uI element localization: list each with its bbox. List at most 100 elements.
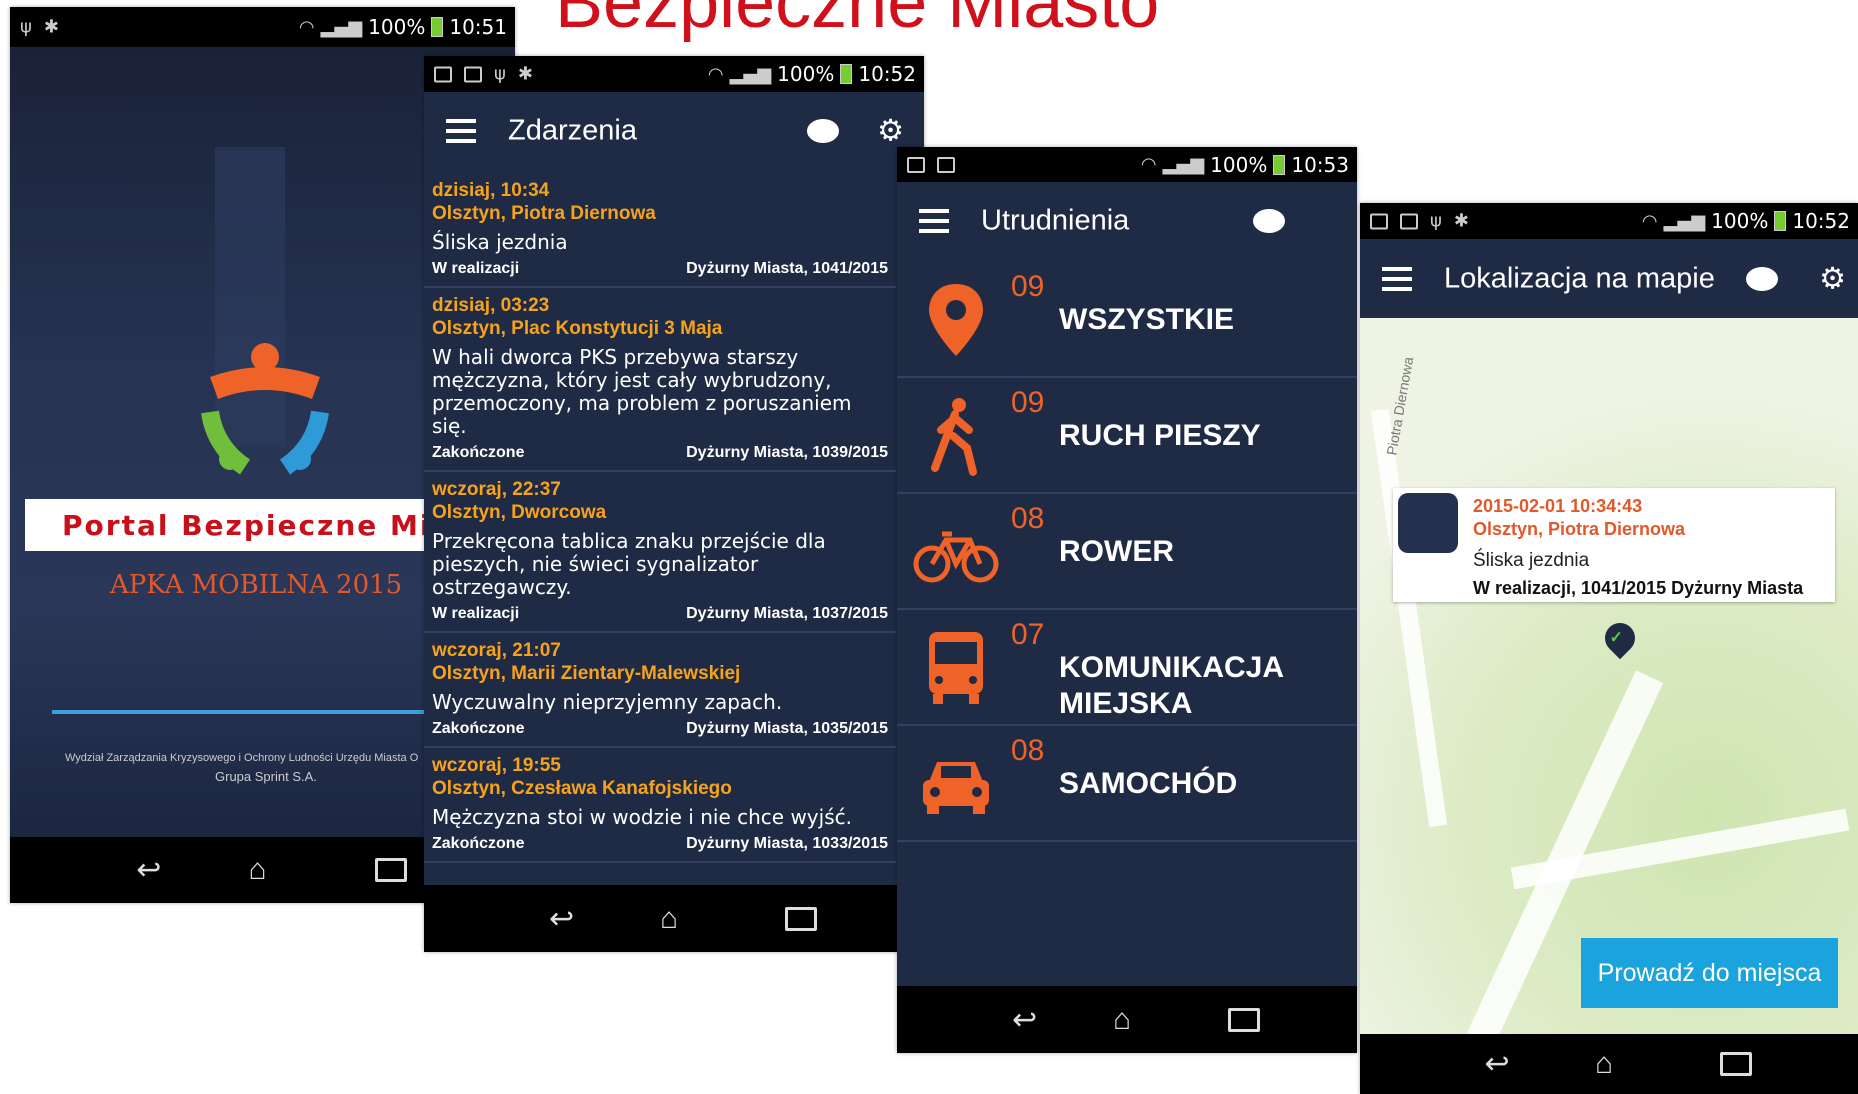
- category-count: 09: [1011, 270, 1045, 303]
- android-icon: ✱: [517, 63, 533, 85]
- category-label: ROWER: [1059, 535, 1174, 568]
- card-description: Śliska jezdnia: [1473, 550, 1590, 571]
- image-icon: [907, 156, 925, 173]
- battery-percent: 100%: [777, 62, 835, 86]
- message-icon: [937, 156, 955, 173]
- back-icon[interactable]: ↩: [1012, 1002, 1037, 1037]
- event-item[interactable]: dzisiaj, 10:34 Olsztyn, Piotra Diernowa …: [424, 173, 896, 288]
- card-place: Olsztyn, Piotra Diernowa: [1473, 519, 1686, 539]
- category-all[interactable]: 09 WSZYSTKIE: [897, 262, 1357, 378]
- street-label: Piotra Diernowa: [1383, 355, 1417, 457]
- chat-icon[interactable]: [1746, 266, 1778, 291]
- clock: 10:51: [449, 15, 507, 39]
- event-place: Olsztyn, Piotra Diernowa: [432, 203, 656, 224]
- wifi-icon: ◠: [298, 16, 315, 38]
- category-label: RUCH PIESZY: [1059, 419, 1261, 452]
- chat-icon[interactable]: [807, 119, 839, 143]
- event-time: dzisiaj, 10:34: [432, 180, 550, 201]
- category-count: 08: [1011, 734, 1045, 767]
- menu-icon[interactable]: [446, 119, 476, 143]
- menu-icon[interactable]: [1382, 266, 1412, 291]
- page-title: Bezpieczne Miasto: [555, 0, 1160, 43]
- wifi-icon: ◠: [1641, 210, 1658, 232]
- event-item[interactable]: wczoraj, 21:07 Olsztyn, Marii Zientary-M…: [424, 633, 896, 748]
- settings-icon[interactable]: ⚙: [1819, 261, 1846, 296]
- menu-icon[interactable]: [919, 209, 949, 233]
- bicycle-icon: [913, 531, 999, 583]
- battery-percent: 100%: [368, 15, 426, 39]
- home-icon[interactable]: ⌂: [249, 853, 267, 887]
- category-public-transport[interactable]: 07 KOMUNIKACJA MIEJSKA: [897, 610, 1357, 726]
- android-icon: ✱: [43, 16, 59, 38]
- battery-icon: [840, 64, 853, 84]
- clock: 10:52: [858, 62, 916, 86]
- event-time: wczoraj, 22:37: [432, 479, 561, 500]
- event-reference: Dyżurny Miasta, 1037/2015: [686, 605, 888, 622]
- message-icon: [464, 66, 482, 82]
- category-bicycle[interactable]: 08 ROWER: [897, 494, 1357, 610]
- usb-icon: ψ: [494, 63, 506, 85]
- status-bar: ψ ✱ ◠ ▂▄▆ 100% 10:52: [1360, 203, 1858, 239]
- event-place: Olsztyn, Plac Konstytucji 3 Maja: [432, 318, 723, 339]
- back-icon[interactable]: ↩: [1485, 1047, 1510, 1082]
- recent-apps-icon[interactable]: ▭: [1228, 1007, 1260, 1032]
- category-count: 08: [1011, 502, 1045, 535]
- battery-icon: [1273, 154, 1286, 175]
- clock: 10:53: [1291, 152, 1349, 177]
- event-place: Olsztyn, Dworcowa: [432, 502, 607, 523]
- message-icon: [1400, 213, 1418, 229]
- usb-icon: ψ: [20, 16, 32, 38]
- recent-apps-icon[interactable]: ▭: [785, 906, 817, 931]
- battery-percent: 100%: [1711, 209, 1769, 233]
- app-bar: Lokalizacja na mapie ⚙: [1360, 239, 1858, 318]
- car-icon: [923, 762, 989, 814]
- banner-text: Portal Bezpieczne Mias: [62, 509, 472, 542]
- event-description: Śliska jezdnia: [432, 230, 568, 254]
- map-road: [1370, 408, 1448, 828]
- home-icon[interactable]: ⌂: [1595, 1047, 1613, 1081]
- disruptions-screen: ◠ ▂▄▆ 100% 10:53 Utrudnienia 09 WSZYSTKIE 0…: [897, 147, 1357, 1053]
- event-reference: Dyżurny Miasta, 1033/2015: [686, 835, 888, 852]
- home-icon[interactable]: ⌂: [660, 902, 678, 936]
- event-info-card[interactable]: 2015-02-01 10:34:43 Olsztyn, Piotra Dier…: [1393, 488, 1835, 602]
- check-icon: ✓: [1609, 629, 1623, 647]
- event-place: Olsztyn, Czesława Kanafojskiego: [432, 778, 732, 799]
- category-pedestrian[interactable]: 09 RUCH PIESZY: [897, 378, 1357, 494]
- back-icon[interactable]: ↩: [136, 853, 161, 888]
- event-item[interactable]: dzisiaj, 03:23 Olsztyn, Plac Konstytucji…: [424, 288, 896, 472]
- event-item[interactable]: wczoraj, 22:37 Olsztyn, Dworcowa Przekrę…: [424, 472, 896, 633]
- screen-title: Utrudnienia: [981, 204, 1130, 237]
- category-count: 09: [1011, 386, 1045, 419]
- category-car[interactable]: 08 SAMOCHÓD: [897, 726, 1357, 842]
- app-logo: [201, 343, 329, 475]
- category-count: 07: [1011, 618, 1045, 651]
- image-icon: [1370, 213, 1388, 229]
- recent-apps-icon[interactable]: ▭: [374, 858, 407, 882]
- battery-icon: [1774, 211, 1787, 231]
- screen-title: Zdarzenia: [508, 114, 637, 147]
- status-bar: ψ ✱ ◠ ▂▄▆ 100% 10:51: [10, 7, 515, 47]
- navigate-button[interactable]: Prowadź do miejsca: [1581, 938, 1838, 1008]
- bus-icon: [929, 632, 983, 704]
- event-description: Mężczyzna stoi w wodzie i nie chce wyjść…: [432, 805, 852, 829]
- map-view[interactable]: Piotra Diernowa: [1360, 318, 1858, 1046]
- event-item[interactable]: wczoraj, 19:55 Olsztyn, Czesława Kanafoj…: [424, 748, 896, 863]
- location-pin-icon: [929, 284, 983, 356]
- event-status: Zakończone: [432, 835, 525, 852]
- nav-bar: ↩ ⌂ ▭: [1360, 1034, 1858, 1094]
- event-status: W realizacji: [432, 605, 520, 622]
- home-icon[interactable]: ⌂: [1113, 1003, 1131, 1037]
- event-description: Wyczuwalny nieprzyjemny zapach.: [432, 690, 783, 714]
- chat-icon[interactable]: [1253, 209, 1285, 233]
- settings-icon[interactable]: ⚙: [877, 114, 904, 149]
- battery-icon: [431, 17, 444, 37]
- recent-apps-icon[interactable]: ▭: [1719, 1052, 1752, 1076]
- event-status: W realizacji: [432, 260, 520, 277]
- status-bar: ◠ ▂▄▆ 100% 10:53: [897, 147, 1357, 182]
- back-icon[interactable]: ↩: [549, 901, 574, 936]
- battery-percent: 100%: [1210, 152, 1268, 177]
- pedestrian-icon: [931, 398, 977, 476]
- app-subtitle: APKA MOBILNA 2015: [110, 570, 403, 600]
- event-description: W hali dworca PKS przebywa starszy mężcz…: [432, 345, 852, 438]
- app-bar: Zdarzenia ⚙: [424, 92, 924, 170]
